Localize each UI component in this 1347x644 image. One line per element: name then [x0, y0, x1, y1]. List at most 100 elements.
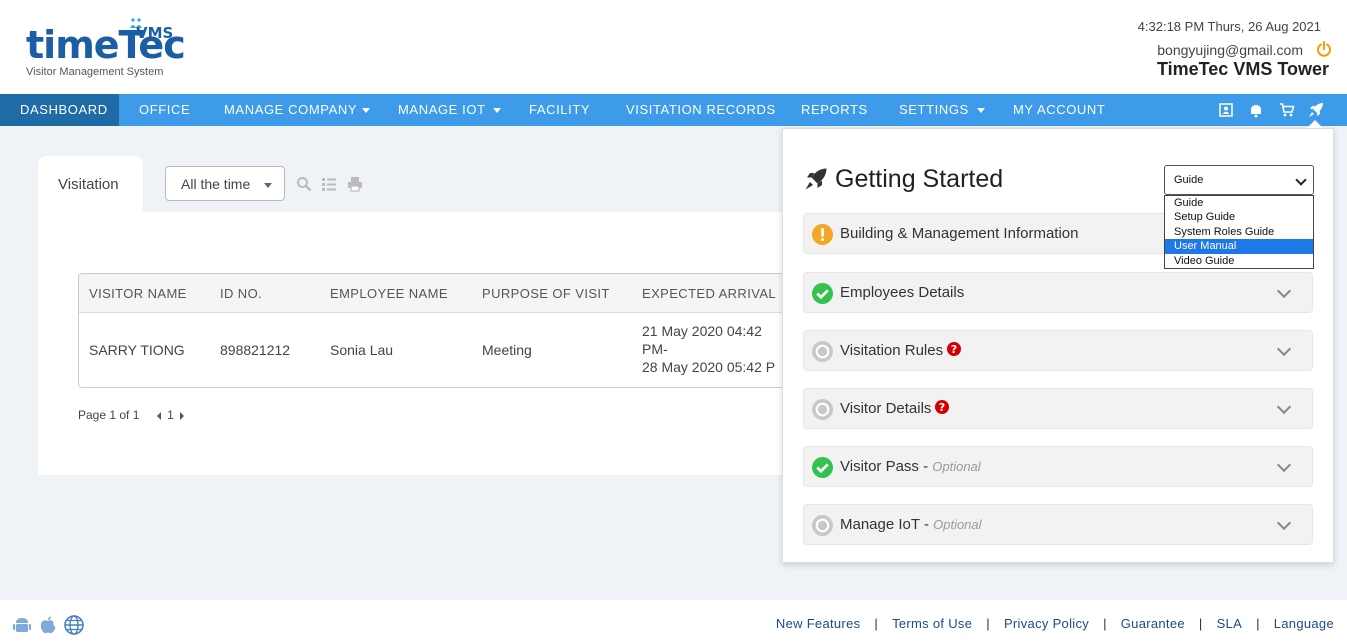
footer-separator: |	[1103, 616, 1107, 631]
time-filter-value: All the time	[181, 176, 251, 192]
optional-tag: Optional	[932, 459, 981, 474]
chevron-down-icon	[264, 183, 272, 188]
footer-link-privacy[interactable]: Privacy Policy	[1004, 616, 1089, 631]
nav-visitation-records[interactable]: VISITATION RECORDS	[626, 94, 776, 126]
nav-my-account[interactable]: MY ACCOUNT	[1013, 94, 1105, 126]
check-icon	[812, 457, 833, 478]
nav-dashboard[interactable]: DASHBOARD	[0, 94, 119, 126]
visitation-table: VISITOR NAME ID NO. EMPLOYEE NAME PURPOS…	[78, 273, 798, 388]
footer-link-guarantee[interactable]: Guarantee	[1121, 616, 1185, 631]
arrival-cell-line: PM-	[642, 341, 668, 357]
nav-settings[interactable]: SETTINGS	[899, 94, 969, 126]
power-icon[interactable]	[1316, 41, 1332, 57]
id-no-cell: 898821212	[220, 342, 291, 358]
visitor-name-cell: SARRY TIONG	[89, 342, 185, 358]
column-header[interactable]: VISITOR NAME	[89, 286, 187, 301]
notification-icon[interactable]	[1248, 102, 1264, 118]
guide-option[interactable]: System Roles Guide	[1165, 225, 1313, 239]
help-icon[interactable]: ?	[947, 342, 962, 356]
table-header-row: VISITOR NAME ID NO. EMPLOYEE NAME PURPOS…	[79, 274, 798, 313]
footer-separator: |	[986, 616, 990, 631]
timetec-logo[interactable]: timeTec VMS Visitor Management System	[26, 18, 186, 82]
step-manage-iot[interactable]: Manage IoT - Optional	[803, 504, 1313, 545]
prev-page-icon[interactable]	[156, 411, 161, 420]
footer-link-terms[interactable]: Terms of Use	[892, 616, 972, 631]
apple-icon[interactable]	[38, 615, 58, 635]
arrival-cell-line: 28 May 2020 05:42 P	[642, 359, 776, 375]
search-icon[interactable]	[296, 176, 312, 192]
header-datetime: 4:32:18 PM Thurs, 26 Aug 2021	[1137, 19, 1321, 34]
nav-facility[interactable]: FACILITY	[529, 94, 590, 126]
guide-option[interactable]: Setup Guide	[1165, 210, 1313, 224]
header: timeTec VMS Visitor Management System 4:…	[0, 0, 1347, 94]
pagination: Page 1 of 1 1	[78, 408, 185, 422]
footer-links: New Features | Terms of Use | Privacy Policy…	[776, 616, 1334, 631]
purpose-cell: Meeting	[482, 342, 532, 358]
chevron-down-icon[interactable]	[1276, 399, 1292, 415]
guide-option[interactable]: Video Guide	[1165, 254, 1313, 268]
warning-icon	[812, 224, 833, 245]
step-visitation-rules[interactable]: Visitation Rules?	[803, 330, 1313, 371]
step-visitor-details[interactable]: Visitor Details?	[803, 388, 1313, 429]
footer-link-language[interactable]: Language	[1274, 616, 1334, 631]
step-employees-details[interactable]: Employees Details	[803, 272, 1313, 313]
column-header[interactable]: ID NO.	[220, 286, 262, 301]
chevron-down-icon[interactable]	[977, 108, 985, 113]
guide-option-selected[interactable]: User Manual	[1165, 239, 1313, 254]
guide-option[interactable]: Guide	[1165, 196, 1313, 210]
globe-icon[interactable]	[64, 615, 84, 635]
optional-tag: Optional	[933, 517, 982, 532]
svg-text:?: ?	[939, 401, 945, 414]
footer-link-sla[interactable]: SLA	[1217, 616, 1242, 631]
rocket-icon[interactable]	[1308, 102, 1324, 118]
column-header[interactable]: EMPLOYEE NAME	[330, 286, 448, 301]
chevron-down-icon[interactable]	[493, 108, 501, 113]
svg-text:?: ?	[951, 343, 957, 356]
getting-started-panel: Getting Started Guide Guide Setup Guide …	[782, 128, 1334, 563]
help-icon[interactable]: ?	[935, 400, 950, 414]
print-icon[interactable]	[347, 176, 363, 192]
column-header[interactable]: EXPECTED ARRIVAL	[642, 286, 776, 301]
chevron-down-icon[interactable]	[1276, 283, 1292, 299]
nav-manage-company[interactable]: MANAGE COMPANY	[224, 94, 357, 126]
header-email: bongyujing@gmail.com	[1157, 42, 1303, 58]
nav-office[interactable]: OFFICE	[139, 94, 190, 126]
android-icon[interactable]	[12, 615, 32, 635]
step-label-text: Visitation Rules	[840, 342, 944, 359]
main-nav: DASHBOARD OFFICE MANAGE COMPANY MANAGE I…	[0, 94, 1347, 126]
guide-dropdown: Guide Setup Guide System Roles Guide Use…	[1164, 195, 1314, 269]
step-label-text: Visitor Details	[840, 400, 932, 417]
arrival-cell-line: 21 May 2020 04:42	[642, 323, 762, 339]
chevron-down-icon[interactable]	[1276, 515, 1292, 531]
nav-manage-iot[interactable]: MANAGE IOT	[398, 94, 486, 126]
step-label: Visitor Pass - Optional	[840, 458, 981, 475]
logo-subtitle: Visitor Management System	[26, 66, 164, 78]
footer: New Features | Terms of Use | Privacy Policy…	[0, 600, 1347, 644]
guide-select[interactable]: Guide	[1164, 165, 1314, 195]
pending-icon	[812, 515, 833, 536]
next-page-icon[interactable]	[180, 411, 185, 420]
check-icon	[812, 283, 833, 304]
step-visitor-pass[interactable]: Visitor Pass - Optional	[803, 446, 1313, 487]
time-filter-select[interactable]: All the time	[165, 166, 285, 201]
page-info: Page 1 of 1	[78, 408, 140, 422]
nav-reports[interactable]: REPORTS	[801, 94, 868, 126]
cart-icon[interactable]	[1279, 102, 1295, 118]
footer-separator: |	[1256, 616, 1260, 631]
tab-visitation[interactable]: Visitation	[38, 156, 143, 213]
contact-card-icon[interactable]	[1218, 102, 1234, 118]
list-icon[interactable]	[321, 176, 337, 192]
column-header[interactable]: PURPOSE OF VISIT	[482, 286, 610, 301]
logo-badge: VMS	[136, 24, 174, 42]
panel-title: Getting Started	[835, 165, 1004, 193]
page-number[interactable]: 1	[167, 408, 174, 422]
employee-name-cell: Sonia Lau	[330, 342, 394, 358]
header-company: TimeTec VMS Tower	[1156, 59, 1329, 79]
chevron-down-icon[interactable]	[362, 108, 370, 113]
pending-icon	[812, 399, 833, 420]
chevron-down-icon[interactable]	[1276, 457, 1292, 473]
footer-link-new-features[interactable]: New Features	[776, 616, 861, 631]
chevron-down-icon[interactable]	[1276, 341, 1292, 357]
step-label: Employees Details	[840, 284, 965, 301]
rocket-icon	[805, 168, 827, 190]
